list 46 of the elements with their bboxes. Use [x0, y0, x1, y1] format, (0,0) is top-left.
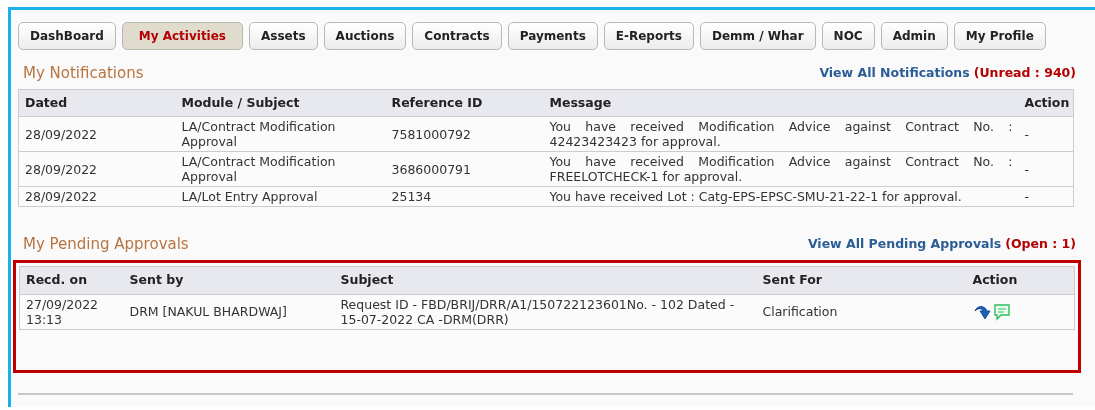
open-count: (Open : 1) [1005, 235, 1076, 254]
nav-tab[interactable]: Payments [507, 22, 598, 50]
table-cell: You have received Lot : Catg-EPS-EPSC-SMU-21-22-1 for approval. [543, 186, 1019, 207]
column-header: Subject [334, 266, 757, 294]
column-header: Action [966, 266, 1075, 294]
table-cell: DRM [NAKUL BHARDWAJ] [123, 294, 335, 329]
nav-tab[interactable]: Auctions [323, 22, 407, 50]
table-cell: 3686000791 [385, 151, 544, 187]
nav-tab[interactable]: Demm / Whar [699, 22, 816, 50]
nav-tab[interactable]: Assets [249, 22, 318, 50]
unread-count: (Unread : 940) [973, 63, 1076, 82]
table-cell: - [1018, 116, 1074, 152]
column-header: Action [1018, 89, 1074, 117]
view-all-link[interactable]: View All Pending Approvals [807, 235, 1002, 254]
table-cell: - [1018, 151, 1074, 187]
column-header: Recd. on [19, 266, 124, 294]
nav-tab[interactable]: Admin [880, 22, 948, 50]
table-cell: 25134 [385, 186, 544, 207]
table-cell: 28/09/2022 [18, 151, 176, 187]
nav-tab[interactable]: Contracts [412, 22, 502, 50]
nav-tab[interactable]: E-Reports [603, 22, 694, 50]
column-header: Dated [18, 89, 176, 117]
nav-tab[interactable]: NOC [821, 22, 875, 50]
table-cell: 7581000792 [385, 116, 544, 152]
table-cell: You have received Modification Advice against Contract No. : FREELOTCHECK-1 for approval. [543, 151, 1019, 187]
table-cell: LA/Contract Modification Approval [175, 151, 386, 187]
table-cell: LA/Lot Entry Approval [175, 186, 386, 207]
table-cell: Clarification [756, 294, 967, 329]
column-header: Sent by [123, 266, 335, 294]
column-header: Sent For [756, 266, 967, 294]
table-cell: LA/Contract Modification Approval [175, 116, 386, 152]
view-all-link[interactable]: View All Notifications [819, 63, 970, 83]
table-cell: You have received Modification Advice against Contract No. : 42423423423 for approval. [543, 116, 1019, 152]
section-title: My Pending Approvals [22, 234, 189, 256]
nav-tab[interactable]: My Activities [121, 22, 243, 50]
table-cell: Request ID - FBD/BRIJ/DRR/A1/150722123601No. - 102 Dated - 15-07-2022 CA -DRM(DRR) [334, 294, 757, 329]
column-header: Module / Subject [175, 89, 386, 117]
column-header: Reference ID [385, 89, 544, 117]
section-title: My Notifications [22, 63, 144, 84]
table-cell: 27/09/2022 13:13 [19, 294, 124, 329]
nav-tab[interactable]: My Profile [953, 22, 1046, 50]
table-cell: 28/09/2022 [18, 116, 176, 152]
table-cell: 28/09/2022 [18, 186, 176, 207]
nav-tab[interactable]: DashBoard [18, 22, 116, 50]
column-header: Message [543, 89, 1019, 117]
table-cell: - [1018, 186, 1074, 207]
